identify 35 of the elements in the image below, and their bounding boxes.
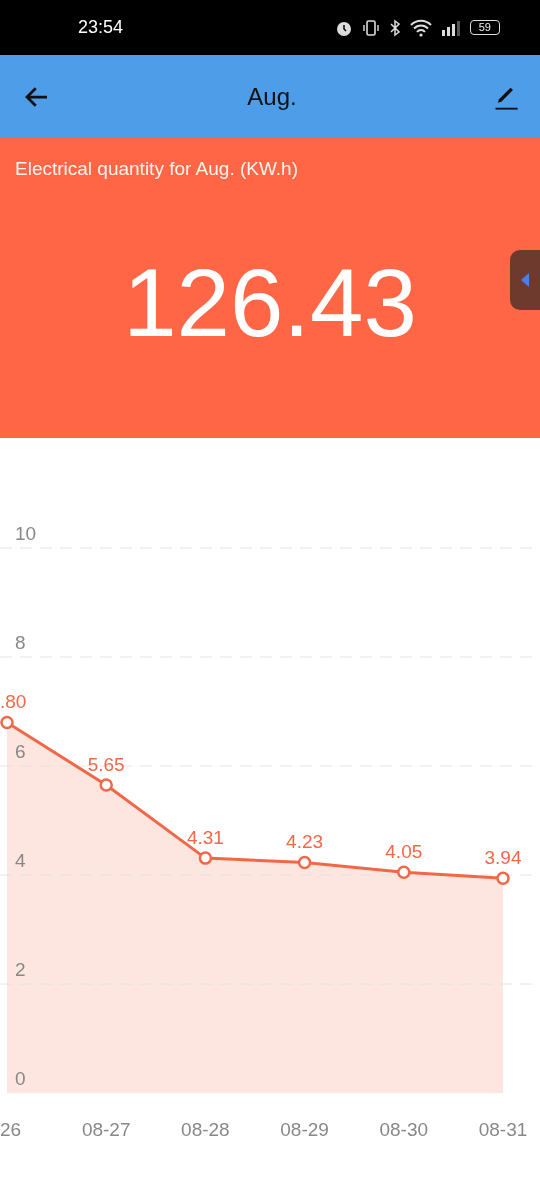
data-point [297, 855, 312, 870]
y-tick-label: 0 [15, 1068, 26, 1089]
value-label: 4.31 [186, 827, 224, 849]
value-label: 4.05 [385, 841, 423, 863]
data-point [198, 851, 213, 865]
value-label: 4.23 [286, 831, 324, 853]
total-value: 126.43 [123, 248, 417, 358]
data-point [99, 778, 113, 792]
x-axis-label: 08-27 [81, 1119, 131, 1140]
x-axis-label: 08-28 [181, 1119, 230, 1140]
summary-caption: Electrical quantity for Aug. (KW.h) [14, 157, 299, 180]
vibrate-icon [361, 18, 380, 37]
y-tick-label: 6 [15, 741, 26, 762]
wifi-icon [409, 18, 432, 37]
bluetooth-icon [388, 18, 401, 37]
x-axis-label: 08-30 [379, 1119, 429, 1140]
y-tick-label: 10 [15, 523, 37, 544]
data-point [397, 865, 411, 880]
value-label: .80 [0, 691, 27, 713]
page-title: Aug. [247, 82, 297, 111]
x-axis-label: 08-31 [478, 1119, 528, 1140]
value-label: 5.65 [87, 754, 125, 776]
x-axis-label: 08-29 [280, 1119, 329, 1140]
value-label: 3.94 [484, 847, 522, 869]
x-axis-label: 26 [0, 1119, 22, 1140]
side-tab[interactable] [510, 250, 540, 310]
triangle-icon [521, 273, 529, 287]
signal-icon [440, 19, 461, 36]
y-tick-label: 8 [15, 632, 26, 653]
data-point [496, 871, 510, 885]
battery-indicator: 59 [469, 20, 500, 35]
y-tick-label: 4 [15, 850, 26, 871]
y-tick-label: 2 [15, 959, 26, 980]
data-point [0, 715, 14, 730]
status-time: 23:54 [78, 17, 124, 38]
